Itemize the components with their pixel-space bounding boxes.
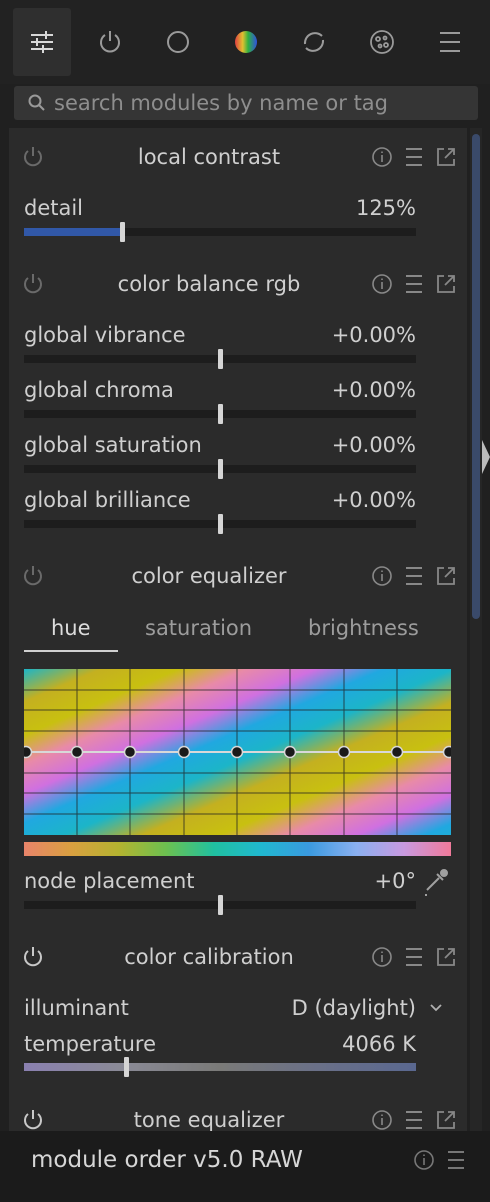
global-brilliance-label: global brilliance — [24, 488, 191, 512]
multi-instance-icon[interactable] — [434, 145, 458, 169]
global-saturation-slider[interactable] — [24, 459, 416, 479]
module-header-local-contrast[interactable]: local contrast — [9, 137, 467, 177]
global-saturation-value: +0.00% — [331, 433, 416, 457]
color-sphere-icon — [235, 31, 257, 53]
module-title: local contrast — [137, 145, 281, 169]
presets-menu-icon[interactable] — [402, 564, 426, 588]
module-group-tabs — [0, 0, 490, 84]
hue-curve-graph[interactable] — [24, 669, 451, 835]
refresh-icon — [303, 32, 325, 52]
detail-value: 125% — [355, 196, 416, 220]
chevron-down-icon[interactable] — [428, 1000, 444, 1016]
tab-correct-modules[interactable] — [285, 8, 343, 76]
module-order-text: module order v5.0 RAW — [31, 1147, 303, 1173]
module-order-label: module order — [31, 1147, 186, 1173]
module-header-color-equalizer[interactable]: color equalizer — [9, 556, 467, 596]
presets-menu-icon[interactable] — [444, 1148, 468, 1172]
slider-thumb[interactable] — [218, 404, 223, 424]
module-title: tone equalizer — [133, 1108, 285, 1131]
global-brilliance-slider[interactable] — [24, 514, 416, 534]
slider-thumb[interactable] — [218, 895, 223, 915]
global-saturation-label: global saturation — [24, 433, 202, 457]
global-vibrance-value: +0.00% — [331, 323, 416, 347]
detail-label: detail — [24, 196, 84, 220]
color-equalizer-tabs: hue saturation brightness — [24, 616, 454, 656]
module-header-color-calibration[interactable]: color calibration — [9, 937, 467, 977]
slider-thumb[interactable] — [218, 514, 223, 534]
info-icon[interactable] — [412, 1148, 436, 1172]
temperature-slider[interactable] — [24, 1057, 416, 1077]
multi-instance-icon[interactable] — [434, 1108, 458, 1131]
tab-favorite-modules[interactable] — [81, 8, 139, 76]
slider-thumb[interactable] — [218, 349, 223, 369]
tab-color-modules[interactable] — [217, 8, 275, 76]
circle-icon — [167, 31, 189, 53]
multi-instance-icon[interactable] — [434, 564, 458, 588]
module-title: color equalizer — [131, 564, 287, 588]
info-icon[interactable] — [370, 145, 394, 169]
temperature-value: 4066 K — [342, 1032, 416, 1056]
node-placement-label: node placement — [24, 869, 195, 893]
collapse-panel-arrow-icon[interactable] — [482, 440, 490, 474]
info-icon[interactable] — [370, 1108, 394, 1131]
scrollbar-thumb[interactable] — [472, 134, 480, 619]
module-order-value: v5.0 RAW — [193, 1147, 303, 1173]
modules-panel: local contrast detail 125% color balance… — [9, 128, 467, 1131]
global-vibrance-label: global vibrance — [24, 323, 186, 347]
color-picker-icon[interactable] — [423, 868, 449, 898]
presets-menu-icon[interactable] — [402, 145, 426, 169]
detail-slider[interactable] — [24, 222, 416, 242]
search-box — [14, 86, 478, 120]
sliders-icon — [31, 31, 53, 53]
menu-icon — [440, 32, 460, 52]
node-placement-slider[interactable] — [24, 895, 416, 915]
multi-instance-icon[interactable] — [434, 272, 458, 296]
effects-icon — [370, 30, 394, 54]
node-placement-value: +0° — [374, 869, 416, 893]
temperature-slider-thumb[interactable] — [124, 1057, 129, 1077]
module-header-color-balance-rgb[interactable]: color balance rgb — [9, 264, 467, 304]
search-input[interactable] — [54, 86, 464, 120]
detail-slider-fill — [24, 228, 122, 236]
module-title: color calibration — [124, 945, 294, 969]
info-icon[interactable] — [370, 272, 394, 296]
power-icon — [100, 31, 120, 53]
module-title: color balance rgb — [117, 272, 301, 296]
global-chroma-slider[interactable] — [24, 404, 416, 424]
tab-presets-menu[interactable] — [421, 8, 479, 76]
global-chroma-value: +0.00% — [331, 378, 416, 402]
tab-base-modules[interactable] — [149, 8, 207, 76]
module-header-tone-equalizer[interactable]: tone equalizer — [9, 1100, 467, 1131]
tab-active-modules[interactable] — [13, 8, 71, 76]
tab-saturation[interactable]: saturation — [145, 616, 252, 640]
multi-instance-icon[interactable] — [434, 945, 458, 969]
global-brilliance-value: +0.00% — [331, 488, 416, 512]
tab-effect-modules[interactable] — [353, 8, 411, 76]
temperature-label: temperature — [24, 1032, 156, 1056]
illuminant-dropdown[interactable]: D (daylight) — [292, 996, 416, 1020]
global-vibrance-slider[interactable] — [24, 349, 416, 369]
active-tab-underline — [24, 650, 118, 652]
search-icon — [28, 94, 45, 111]
detail-slider-thumb[interactable] — [120, 222, 125, 242]
info-icon[interactable] — [370, 564, 394, 588]
hue-color-bar — [24, 842, 451, 856]
global-chroma-label: global chroma — [24, 378, 174, 402]
presets-menu-icon[interactable] — [402, 272, 426, 296]
presets-menu-icon[interactable] — [402, 1108, 426, 1131]
tab-hue[interactable]: hue — [51, 616, 91, 640]
slider-thumb[interactable] — [218, 459, 223, 479]
info-icon[interactable] — [370, 945, 394, 969]
illuminant-label: illuminant — [24, 996, 129, 1020]
module-order-footer: module order v5.0 RAW — [0, 1131, 490, 1202]
presets-menu-icon[interactable] — [402, 945, 426, 969]
tab-brightness[interactable]: brightness — [308, 616, 419, 640]
